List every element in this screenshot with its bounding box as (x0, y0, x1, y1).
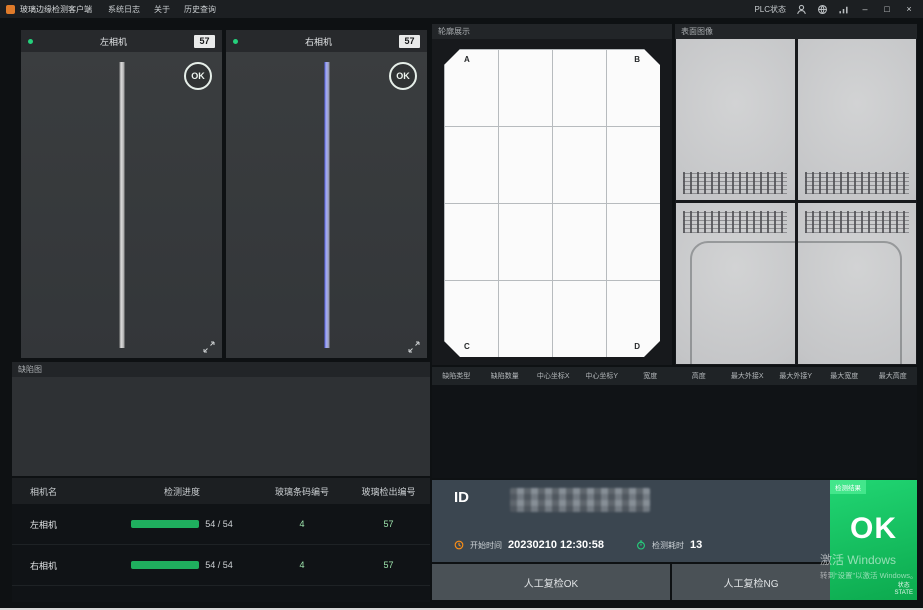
col-max-width: 最大宽度 (820, 371, 869, 381)
manual-recheck-ok-button[interactable]: 人工复检OK (432, 564, 670, 600)
glass-outline-shape: A B C D (444, 49, 660, 357)
title-bar: 玻璃边缘检测客户端 系统日志 关于 历史查询 PLC状态 – □ (0, 0, 923, 18)
right-camera-image: OK (226, 52, 427, 358)
glass-edge-strip (119, 62, 124, 348)
surface-image-top-right (798, 39, 917, 200)
app-icon (6, 5, 15, 14)
col-height: 高度 (675, 371, 724, 381)
defect-table-header: 缺陷类型 缺陷数量 中心坐标X 中心坐标Y 宽度 高度 最大外接X 最大外接Y … (432, 367, 917, 385)
row-barcode-no: 4 (257, 519, 347, 529)
timer-icon (636, 540, 646, 550)
id-label: ID (454, 489, 469, 506)
progress-bar (131, 520, 199, 528)
col-defect-count: 缺陷数量 (481, 371, 530, 381)
surface-title: 表面图像 (675, 24, 917, 39)
expand-icon[interactable] (408, 340, 420, 352)
col-width: 宽度 (626, 371, 675, 381)
defect-image-panel: 缺陷图 (12, 362, 430, 476)
row-barcode-no: 4 (257, 560, 347, 570)
camera-count-badge: 57 (399, 35, 420, 48)
menu-system-log[interactable]: 系统日志 (108, 4, 140, 15)
camera-ok-badge: OK (184, 62, 212, 90)
state-label: 状态 STATE (895, 583, 913, 597)
contour-canvas: A B C D (432, 39, 672, 365)
elapsed-value: 13 (690, 539, 702, 551)
surface-image-grid (676, 39, 916, 364)
col-glass-no: 玻璃检出编号 (347, 485, 430, 498)
status-times-row: 开始时间 20230210 12:30:58 检测耗时 13 (454, 539, 702, 551)
row-camera-name: 左相机 (12, 518, 107, 531)
progress-text: 54 / 54 (205, 519, 233, 529)
inspection-result-box: 检测结果 OK 状态 STATE (830, 480, 917, 600)
app-title: 玻璃边缘检测客户端 (20, 4, 92, 15)
elapsed-label: 检测耗时 (652, 540, 684, 551)
progress-bar (131, 561, 199, 569)
corner-label-a: A (464, 55, 470, 64)
contour-title: 轮廓展示 (432, 24, 672, 39)
surface-image-panel: 表面图像 (675, 24, 917, 365)
col-barcode-no: 玻璃条码编号 (257, 485, 347, 498)
row-camera-name: 右相机 (12, 559, 107, 572)
progress-text: 54 / 54 (205, 560, 233, 570)
col-max-height: 最大高度 (869, 371, 918, 381)
menu-about[interactable]: 关于 (154, 4, 170, 15)
network-icon[interactable] (817, 4, 828, 15)
left-camera-panel: 左相机 57 OK (21, 30, 222, 358)
row-glass-no: 57 (347, 519, 430, 529)
camera-table-header: 相机名 检测进度 玻璃条码编号 玻璃检出编号 (12, 478, 430, 504)
start-time-label: 开始时间 (470, 540, 502, 551)
right-camera-header: 右相机 57 (226, 30, 427, 52)
clock-icon (454, 540, 464, 550)
contour-panel: 轮廓展示 A B C D (432, 24, 672, 365)
table-row[interactable]: 右相机 54 / 54 4 57 (12, 545, 430, 586)
corner-label-c: C (464, 342, 470, 351)
camera-name: 左相机 (33, 35, 194, 48)
col-camera-name: 相机名 (12, 485, 107, 498)
start-time-value: 20230210 12:30:58 (508, 539, 604, 551)
surface-image-bottom-left (676, 203, 795, 364)
col-center-x: 中心坐标X (529, 371, 578, 381)
col-center-y: 中心坐标Y (578, 371, 627, 381)
corner-label-d: D (634, 342, 640, 351)
col-max-y: 最大外接Y (772, 371, 821, 381)
signal-icon[interactable] (838, 4, 849, 15)
right-camera-panel: 右相机 57 OK (226, 30, 427, 358)
col-progress: 检测进度 (107, 485, 257, 498)
row-glass-no: 57 (347, 560, 430, 570)
surface-image-bottom-right (798, 203, 917, 364)
camera-count-badge: 57 (194, 35, 215, 48)
defect-image-title: 缺陷图 (12, 362, 430, 377)
menu-history[interactable]: 历史查询 (184, 4, 216, 15)
camera-summary-table: 相机名 检测进度 玻璃条码编号 玻璃检出编号 左相机 54 / 54 4 57 … (12, 478, 430, 602)
left-camera-image: OK (21, 52, 222, 358)
surface-image-top-left (676, 39, 795, 200)
maximize-button[interactable]: □ (881, 4, 893, 14)
user-icon[interactable] (796, 4, 807, 15)
corner-label-b: B (634, 55, 640, 64)
status-info-panel: ID 开始时间 20230210 12:30:58 检测耗时 13 (432, 480, 830, 562)
glass-edge-strip (324, 62, 329, 348)
table-row[interactable]: 左相机 54 / 54 4 57 (12, 504, 430, 545)
plc-status-label: PLC状态 (754, 4, 786, 15)
expand-icon[interactable] (203, 340, 215, 352)
result-value: OK (830, 512, 917, 546)
minimize-button[interactable]: – (859, 4, 871, 14)
result-tag: 检测结果 (830, 480, 866, 494)
manual-recheck-ng-button[interactable]: 人工复检NG (672, 564, 830, 600)
defect-data-table: 缺陷类型 缺陷数量 中心坐标X 中心坐标Y 宽度 高度 最大外接X 最大外接Y … (432, 367, 917, 478)
left-camera-header: 左相机 57 (21, 30, 222, 52)
close-button[interactable]: × (903, 4, 915, 14)
camera-name: 右相机 (238, 35, 399, 48)
id-value-redacted (510, 488, 650, 512)
app-window: 玻璃边缘检测客户端 系统日志 关于 历史查询 PLC状态 – □ (0, 0, 923, 610)
col-defect-type: 缺陷类型 (432, 371, 481, 381)
col-max-x: 最大外接X (723, 371, 772, 381)
camera-ok-badge: OK (389, 62, 417, 90)
